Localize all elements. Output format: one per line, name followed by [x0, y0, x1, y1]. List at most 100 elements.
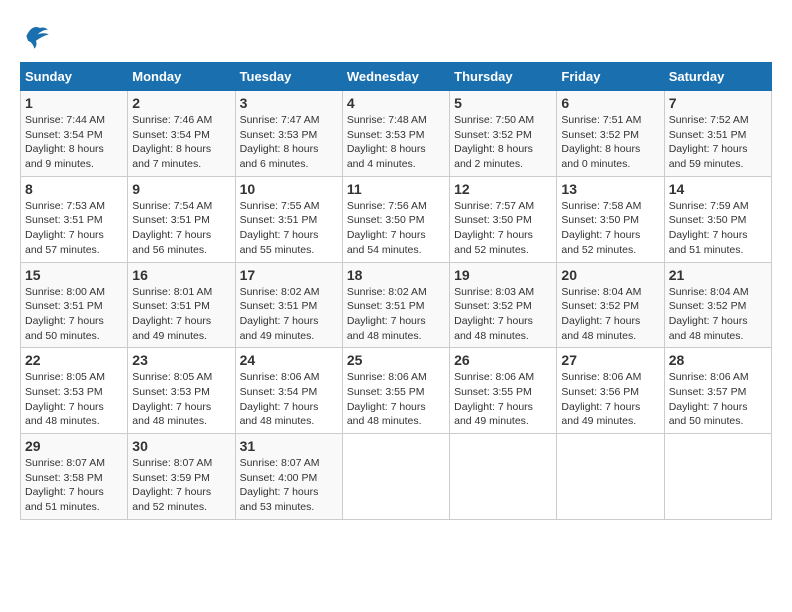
calendar-week-5: 29 Sunrise: 8:07 AMSunset: 3:58 PMDayligh… [21, 434, 772, 520]
day-info: Sunrise: 7:58 AMSunset: 3:50 PMDaylight:… [561, 199, 659, 258]
day-info: Sunrise: 8:06 AMSunset: 3:55 PMDaylight:… [347, 370, 445, 429]
day-info: Sunrise: 8:02 AMSunset: 3:51 PMDaylight:… [347, 285, 445, 344]
calendar-cell: 16 Sunrise: 8:01 AMSunset: 3:51 PMDayligh… [128, 262, 235, 348]
calendar-cell: 1Sunrise: 7:44 AMSunset: 3:54 PMDaylight… [21, 91, 128, 177]
day-number: 14 [669, 181, 767, 197]
calendar-cell: 8Sunrise: 7:53 AMSunset: 3:51 PMDaylight… [21, 176, 128, 262]
calendar-cell: 26 Sunrise: 8:06 AMSunset: 3:55 PMDayligh… [450, 348, 557, 434]
day-info: Sunrise: 7:55 AMSunset: 3:51 PMDaylight:… [240, 199, 338, 258]
day-number: 15 [25, 267, 123, 283]
calendar-cell: 9 Sunrise: 7:54 AMSunset: 3:51 PMDaylight… [128, 176, 235, 262]
day-number: 24 [240, 352, 338, 368]
day-number: 9 [132, 181, 230, 197]
calendar-cell: 24 Sunrise: 8:06 AMSunset: 3:54 PMDayligh… [235, 348, 342, 434]
day-number: 22 [25, 352, 123, 368]
day-number: 23 [132, 352, 230, 368]
col-header-monday: Monday [128, 63, 235, 91]
day-number: 16 [132, 267, 230, 283]
day-number: 27 [561, 352, 659, 368]
calendar-cell: 28 Sunrise: 8:06 AMSunset: 3:57 PMDayligh… [664, 348, 771, 434]
calendar-cell [450, 434, 557, 520]
calendar-cell: 30 Sunrise: 8:07 AMSunset: 3:59 PMDayligh… [128, 434, 235, 520]
day-info: Sunrise: 8:01 AMSunset: 3:51 PMDaylight:… [132, 285, 230, 344]
calendar-cell: 5 Sunrise: 7:50 AMSunset: 3:52 PMDaylight… [450, 91, 557, 177]
calendar-week-1: 1Sunrise: 7:44 AMSunset: 3:54 PMDaylight… [21, 91, 772, 177]
day-info: Sunrise: 8:04 AMSunset: 3:52 PMDaylight:… [561, 285, 659, 344]
day-info: Sunrise: 7:54 AMSunset: 3:51 PMDaylight:… [132, 199, 230, 258]
day-info: Sunrise: 8:03 AMSunset: 3:52 PMDaylight:… [454, 285, 552, 344]
day-number: 18 [347, 267, 445, 283]
day-number: 20 [561, 267, 659, 283]
calendar-cell: 4 Sunrise: 7:48 AMSunset: 3:53 PMDaylight… [342, 91, 449, 177]
day-info: Sunrise: 7:48 AMSunset: 3:53 PMDaylight:… [347, 113, 445, 172]
calendar-cell: 21 Sunrise: 8:04 AMSunset: 3:52 PMDayligh… [664, 262, 771, 348]
day-info: Sunrise: 8:07 AMSunset: 4:00 PMDaylight:… [240, 456, 338, 515]
day-number: 31 [240, 438, 338, 454]
day-info: Sunrise: 8:06 AMSunset: 3:57 PMDaylight:… [669, 370, 767, 429]
page-header [20, 20, 772, 52]
calendar-table: SundayMondayTuesdayWednesdayThursdayFrid… [20, 62, 772, 520]
day-number: 30 [132, 438, 230, 454]
calendar-header-row: SundayMondayTuesdayWednesdayThursdayFrid… [21, 63, 772, 91]
day-info: Sunrise: 8:05 AMSunset: 3:53 PMDaylight:… [132, 370, 230, 429]
logo [20, 20, 56, 52]
day-info: Sunrise: 8:04 AMSunset: 3:52 PMDaylight:… [669, 285, 767, 344]
day-number: 21 [669, 267, 767, 283]
calendar-cell: 20 Sunrise: 8:04 AMSunset: 3:52 PMDayligh… [557, 262, 664, 348]
day-number: 29 [25, 438, 123, 454]
day-info: Sunrise: 7:57 AMSunset: 3:50 PMDaylight:… [454, 199, 552, 258]
day-number: 28 [669, 352, 767, 368]
day-number: 5 [454, 95, 552, 111]
day-info: Sunrise: 8:06 AMSunset: 3:54 PMDaylight:… [240, 370, 338, 429]
calendar-week-4: 22 Sunrise: 8:05 AMSunset: 3:53 PMDayligh… [21, 348, 772, 434]
calendar-cell: 13 Sunrise: 7:58 AMSunset: 3:50 PMDayligh… [557, 176, 664, 262]
calendar-cell: 19 Sunrise: 8:03 AMSunset: 3:52 PMDayligh… [450, 262, 557, 348]
calendar-cell [664, 434, 771, 520]
calendar-cell: 15 Sunrise: 8:00 AMSunset: 3:51 PMDayligh… [21, 262, 128, 348]
day-number: 19 [454, 267, 552, 283]
calendar-cell: 7 Sunrise: 7:52 AMSunset: 3:51 PMDaylight… [664, 91, 771, 177]
day-number: 25 [347, 352, 445, 368]
day-number: 6 [561, 95, 659, 111]
calendar-cell: 6Sunrise: 7:51 AMSunset: 3:52 PMDaylight… [557, 91, 664, 177]
col-header-tuesday: Tuesday [235, 63, 342, 91]
day-info: Sunrise: 8:07 AMSunset: 3:58 PMDaylight:… [25, 456, 123, 515]
day-info: Sunrise: 7:46 AMSunset: 3:54 PMDaylight:… [132, 113, 230, 172]
day-info: Sunrise: 7:52 AMSunset: 3:51 PMDaylight:… [669, 113, 767, 172]
calendar-cell: 12Sunrise: 7:57 AMSunset: 3:50 PMDayligh… [450, 176, 557, 262]
day-info: Sunrise: 7:50 AMSunset: 3:52 PMDaylight:… [454, 113, 552, 172]
day-info: Sunrise: 8:07 AMSunset: 3:59 PMDaylight:… [132, 456, 230, 515]
day-number: 4 [347, 95, 445, 111]
calendar-cell: 27Sunrise: 8:06 AMSunset: 3:56 PMDayligh… [557, 348, 664, 434]
calendar-cell: 22 Sunrise: 8:05 AMSunset: 3:53 PMDayligh… [21, 348, 128, 434]
day-number: 11 [347, 181, 445, 197]
calendar-cell [342, 434, 449, 520]
day-number: 7 [669, 95, 767, 111]
day-info: Sunrise: 8:06 AMSunset: 3:55 PMDaylight:… [454, 370, 552, 429]
col-header-sunday: Sunday [21, 63, 128, 91]
calendar-cell: 29 Sunrise: 8:07 AMSunset: 3:58 PMDayligh… [21, 434, 128, 520]
day-number: 13 [561, 181, 659, 197]
calendar-cell [557, 434, 664, 520]
day-number: 1 [25, 95, 123, 111]
calendar-cell: 18 Sunrise: 8:02 AMSunset: 3:51 PMDayligh… [342, 262, 449, 348]
col-header-wednesday: Wednesday [342, 63, 449, 91]
day-info: Sunrise: 8:05 AMSunset: 3:53 PMDaylight:… [25, 370, 123, 429]
calendar-cell: 17 Sunrise: 8:02 AMSunset: 3:51 PMDayligh… [235, 262, 342, 348]
calendar-cell: 3Sunrise: 7:47 AMSunset: 3:53 PMDaylight… [235, 91, 342, 177]
col-header-friday: Friday [557, 63, 664, 91]
calendar-cell: 31 Sunrise: 8:07 AMSunset: 4:00 PMDayligh… [235, 434, 342, 520]
day-info: Sunrise: 7:53 AMSunset: 3:51 PMDaylight:… [25, 199, 123, 258]
calendar-week-2: 8Sunrise: 7:53 AMSunset: 3:51 PMDaylight… [21, 176, 772, 262]
day-number: 2 [132, 95, 230, 111]
day-info: Sunrise: 8:02 AMSunset: 3:51 PMDaylight:… [240, 285, 338, 344]
day-number: 3 [240, 95, 338, 111]
calendar-cell: 10 Sunrise: 7:55 AMSunset: 3:51 PMDayligh… [235, 176, 342, 262]
calendar-cell: 11 Sunrise: 7:56 AMSunset: 3:50 PMDayligh… [342, 176, 449, 262]
day-number: 17 [240, 267, 338, 283]
day-number: 10 [240, 181, 338, 197]
day-info: Sunrise: 7:56 AMSunset: 3:50 PMDaylight:… [347, 199, 445, 258]
day-info: Sunrise: 8:00 AMSunset: 3:51 PMDaylight:… [25, 285, 123, 344]
day-info: Sunrise: 7:59 AMSunset: 3:50 PMDaylight:… [669, 199, 767, 258]
day-number: 26 [454, 352, 552, 368]
